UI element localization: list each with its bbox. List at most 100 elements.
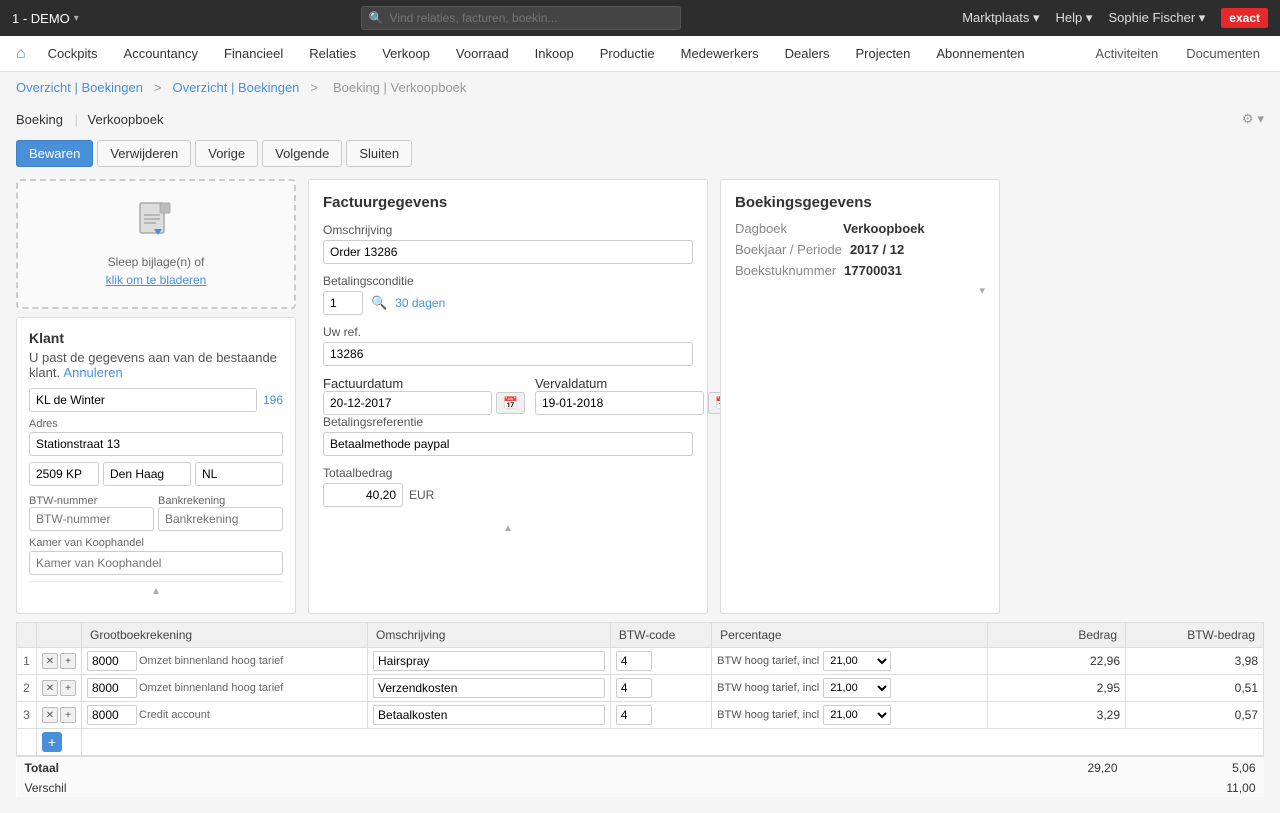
nav-financieel[interactable]: Financieel	[212, 38, 295, 69]
row-ctrl: ✕ +	[37, 648, 82, 675]
attachment-drop[interactable]: Sleep bijlage(n) of klik om te bladeren	[16, 179, 296, 309]
grootboek-num-input[interactable]	[87, 678, 137, 698]
grootboek-num-input[interactable]	[87, 705, 137, 725]
nav-medewerkers[interactable]: Medewerkers	[669, 38, 771, 69]
nav-abonnementen[interactable]: Abonnementen	[924, 38, 1036, 69]
remove-row-button[interactable]: ✕	[42, 707, 58, 723]
settings-icon[interactable]: ⚙	[1242, 111, 1254, 127]
btw-input[interactable]	[29, 507, 154, 531]
omschrijving-line-input[interactable]	[373, 705, 605, 725]
nav-cockpits[interactable]: Cockpits	[36, 38, 110, 69]
city-input[interactable]	[103, 462, 191, 486]
nav-activiteiten[interactable]: Activiteiten	[1083, 38, 1170, 69]
btw-bank-row: BTW-nummer Bankrekening	[29, 492, 283, 531]
home-icon[interactable]: ⌂	[8, 45, 34, 63]
nav-voorraad[interactable]: Voorraad	[444, 38, 521, 69]
verwijderen-button[interactable]: Verwijderen	[97, 140, 191, 167]
annuleren-link[interactable]: Annuleren	[63, 365, 122, 380]
nav-accountancy[interactable]: Accountancy	[112, 38, 210, 69]
percentage-select[interactable]: 21,00	[823, 678, 891, 698]
browse-link[interactable]: klik om te bladeren	[106, 273, 207, 287]
btw-code-cell	[610, 675, 711, 702]
nav-documenten[interactable]: Documenten	[1174, 38, 1272, 69]
payment-num-input[interactable]	[323, 291, 363, 315]
omschrijving-input[interactable]	[323, 240, 693, 264]
help-link[interactable]: Help	[1056, 10, 1093, 26]
customer-notice: U past de gegevens aan van de bestaande …	[29, 350, 283, 380]
remove-row-button[interactable]: ✕	[42, 680, 58, 696]
btw-code-cell	[610, 648, 711, 675]
percentage-cell: BTW hoog tarief, incl 21,00	[712, 702, 988, 729]
table-row: 2 ✕ + Omzet binnenland hoog tarief	[17, 675, 1264, 702]
payment-row: 🔍 30 dagen	[323, 291, 693, 315]
panel-collapse-btn[interactable]: ▲	[29, 581, 283, 601]
nav-inkoop[interactable]: Inkoop	[523, 38, 586, 69]
percentage-select[interactable]: 21,00	[823, 705, 891, 725]
volgende-button[interactable]: Volgende	[262, 140, 342, 167]
search-payment-icon[interactable]: 🔍	[371, 295, 387, 311]
panel-bottom-collapse[interactable]: ▲	[323, 517, 693, 540]
factuurdatum-cal-button[interactable]: 📅	[496, 392, 525, 414]
search-input[interactable]	[361, 6, 681, 30]
add-row-button[interactable]: +	[60, 653, 76, 669]
nav-projecten[interactable]: Projecten	[843, 38, 922, 69]
nav-productie[interactable]: Productie	[588, 38, 667, 69]
chevron-down-icon[interactable]: ▾	[1257, 111, 1264, 127]
address-input[interactable]	[29, 432, 283, 456]
app-title[interactable]: 1 - DEMO ▾	[12, 11, 79, 26]
breadcrumb-link-1[interactable]: Overzicht | Boekingen	[16, 80, 143, 95]
add-row-button[interactable]: +	[60, 680, 76, 696]
sluiten-button[interactable]: Sluiten	[346, 140, 412, 167]
bank-input[interactable]	[158, 507, 283, 531]
payment-days-link[interactable]: 30 dagen	[395, 296, 445, 310]
table-row: 3 ✕ + Credit account BT	[17, 702, 1264, 729]
customer-name-input[interactable]	[29, 388, 257, 412]
marktplaats-link[interactable]: Marktplaats	[962, 10, 1039, 26]
main-content: Sleep bijlage(n) of klik om te bladeren …	[0, 179, 1280, 614]
bewaren-button[interactable]: Bewaren	[16, 140, 93, 167]
exact-logo: exact	[1221, 8, 1268, 28]
remove-row-button[interactable]: ✕	[42, 653, 58, 669]
row-ctrl: ✕ +	[37, 702, 82, 729]
user-link[interactable]: Sophie Fischer	[1108, 10, 1205, 26]
omschrijving-line-input[interactable]	[373, 678, 605, 698]
kvk-input[interactable]	[29, 551, 283, 575]
nav-relaties[interactable]: Relaties	[297, 38, 368, 69]
betalingsconditie-group: Betalingsconditie 🔍 30 dagen	[323, 274, 693, 315]
totaalbedrag-input[interactable]	[323, 483, 403, 507]
add-line-button[interactable]: +	[42, 732, 62, 752]
boeking-expand[interactable]: ▾	[735, 284, 985, 297]
postal-input[interactable]	[29, 462, 99, 486]
betalingsreferentie-input[interactable]	[323, 432, 693, 456]
nav-verkoop[interactable]: Verkoop	[370, 38, 442, 69]
vervaldatum-label: Vervaldatum	[535, 376, 607, 391]
breadcrumb-link-2[interactable]: Overzicht | Boekingen	[172, 80, 299, 95]
add-line-cell: +	[37, 729, 82, 757]
add-row-button[interactable]: +	[60, 707, 76, 723]
grootboek-num-input[interactable]	[87, 651, 137, 671]
factuur-panel: Factuurgegevens Omschrijving Betalingsco…	[308, 179, 708, 614]
vervaldatum-input[interactable]	[535, 391, 704, 415]
vorige-button[interactable]: Vorige	[195, 140, 258, 167]
customer-id[interactable]: 196	[263, 393, 283, 407]
period-value: 2017 / 12	[850, 242, 904, 257]
uw-ref-input[interactable]	[323, 342, 693, 366]
kvk-label: Kamer van Koophandel	[29, 537, 283, 549]
table-section: Grootboekrekening Omschrijving BTW-code …	[0, 614, 1280, 813]
date-row: Factuurdatum 📅 Vervaldatum 📅	[323, 376, 693, 415]
btw-code-input[interactable]	[616, 651, 652, 671]
factuurdatum-group: Factuurdatum 📅	[323, 376, 525, 415]
page-title-bar: Boeking | Verkoopboek ⚙ ▾	[0, 103, 1280, 140]
percentage-select[interactable]: 21,00	[823, 651, 891, 671]
factuurdatum-input[interactable]	[323, 391, 492, 415]
btw-code-input[interactable]	[616, 678, 652, 698]
totaal-bedrag: 29,20	[988, 756, 1126, 779]
demo-chevron: ▾	[74, 13, 79, 24]
btw-code-input[interactable]	[616, 705, 652, 725]
btw-bedrag-cell: 0,51	[1126, 675, 1264, 702]
country-input[interactable]	[195, 462, 283, 486]
omschrijving-line-input[interactable]	[373, 651, 605, 671]
th-bedrag: Bedrag	[988, 623, 1126, 648]
row-num: 1	[17, 648, 37, 675]
nav-dealers[interactable]: Dealers	[773, 38, 842, 69]
